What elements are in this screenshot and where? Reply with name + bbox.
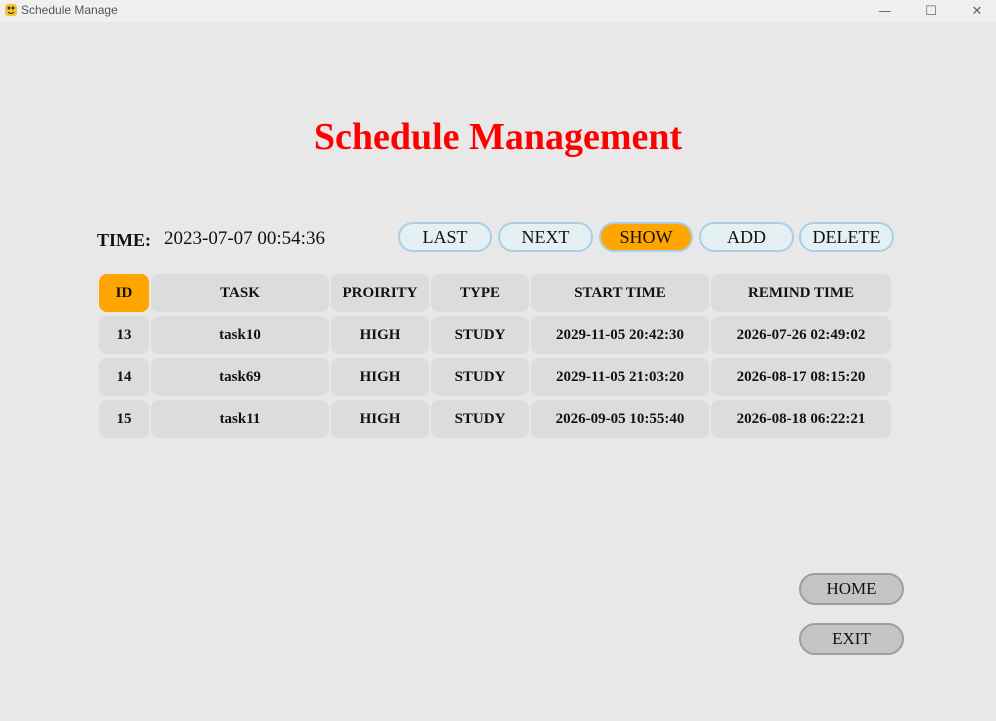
row-2-type[interactable]: STUDY xyxy=(431,358,529,396)
minimize-button[interactable]: — xyxy=(862,0,908,22)
row-3-task[interactable]: task11 xyxy=(151,400,329,438)
page-title: Schedule Management xyxy=(313,116,683,158)
row-3-start-time[interactable]: 2026-09-05 10:55:40 xyxy=(531,400,709,438)
header-start-time: START TIME xyxy=(531,274,709,312)
row-1-remind-time[interactable]: 2026-07-26 02:49:02 xyxy=(711,316,891,354)
home-button[interactable]: HOME xyxy=(799,573,904,605)
row-1-type[interactable]: STUDY xyxy=(431,316,529,354)
add-button[interactable]: ADD xyxy=(699,222,794,252)
exit-button[interactable]: EXIT xyxy=(799,623,904,655)
row-3-type[interactable]: STUDY xyxy=(431,400,529,438)
row-2-start-time[interactable]: 2029-11-05 21:03:20 xyxy=(531,358,709,396)
row-2-remind-time[interactable]: 2026-08-17 08:15:20 xyxy=(711,358,891,396)
show-button[interactable]: SHOW xyxy=(599,222,693,252)
delete-button[interactable]: DELETE xyxy=(799,222,894,252)
header-task: TASK xyxy=(151,274,329,312)
row-2-task[interactable]: task69 xyxy=(151,358,329,396)
row-1-priority[interactable]: HIGH xyxy=(331,316,429,354)
row-1-task[interactable]: task10 xyxy=(151,316,329,354)
row-3-id[interactable]: 15 xyxy=(99,400,149,438)
maximize-button[interactable]: ☐ xyxy=(908,0,954,22)
row-1-start-time[interactable]: 2029-11-05 20:42:30 xyxy=(531,316,709,354)
row-1-id[interactable]: 13 xyxy=(99,316,149,354)
next-button[interactable]: NEXT xyxy=(498,222,593,252)
header-id: ID xyxy=(99,274,149,312)
row-2-priority[interactable]: HIGH xyxy=(331,358,429,396)
header-type: TYPE xyxy=(431,274,529,312)
time-label: TIME: xyxy=(97,230,151,250)
row-3-priority[interactable]: HIGH xyxy=(331,400,429,438)
window-titlebar: Schedule Manage — ☐ ✕ xyxy=(0,0,996,22)
row-2-id[interactable]: 14 xyxy=(99,358,149,396)
time-value: 2023-07-07 00:54:36 xyxy=(164,228,325,249)
header-priority: PROIRITY xyxy=(331,274,429,312)
last-button[interactable]: LAST xyxy=(398,222,492,252)
close-button[interactable]: ✕ xyxy=(954,0,996,22)
header-remind-time: REMIND TIME xyxy=(711,274,891,312)
row-3-remind-time[interactable]: 2026-08-18 06:22:21 xyxy=(711,400,891,438)
window-title: Schedule Manage xyxy=(21,3,118,17)
python-app-icon xyxy=(5,4,17,16)
